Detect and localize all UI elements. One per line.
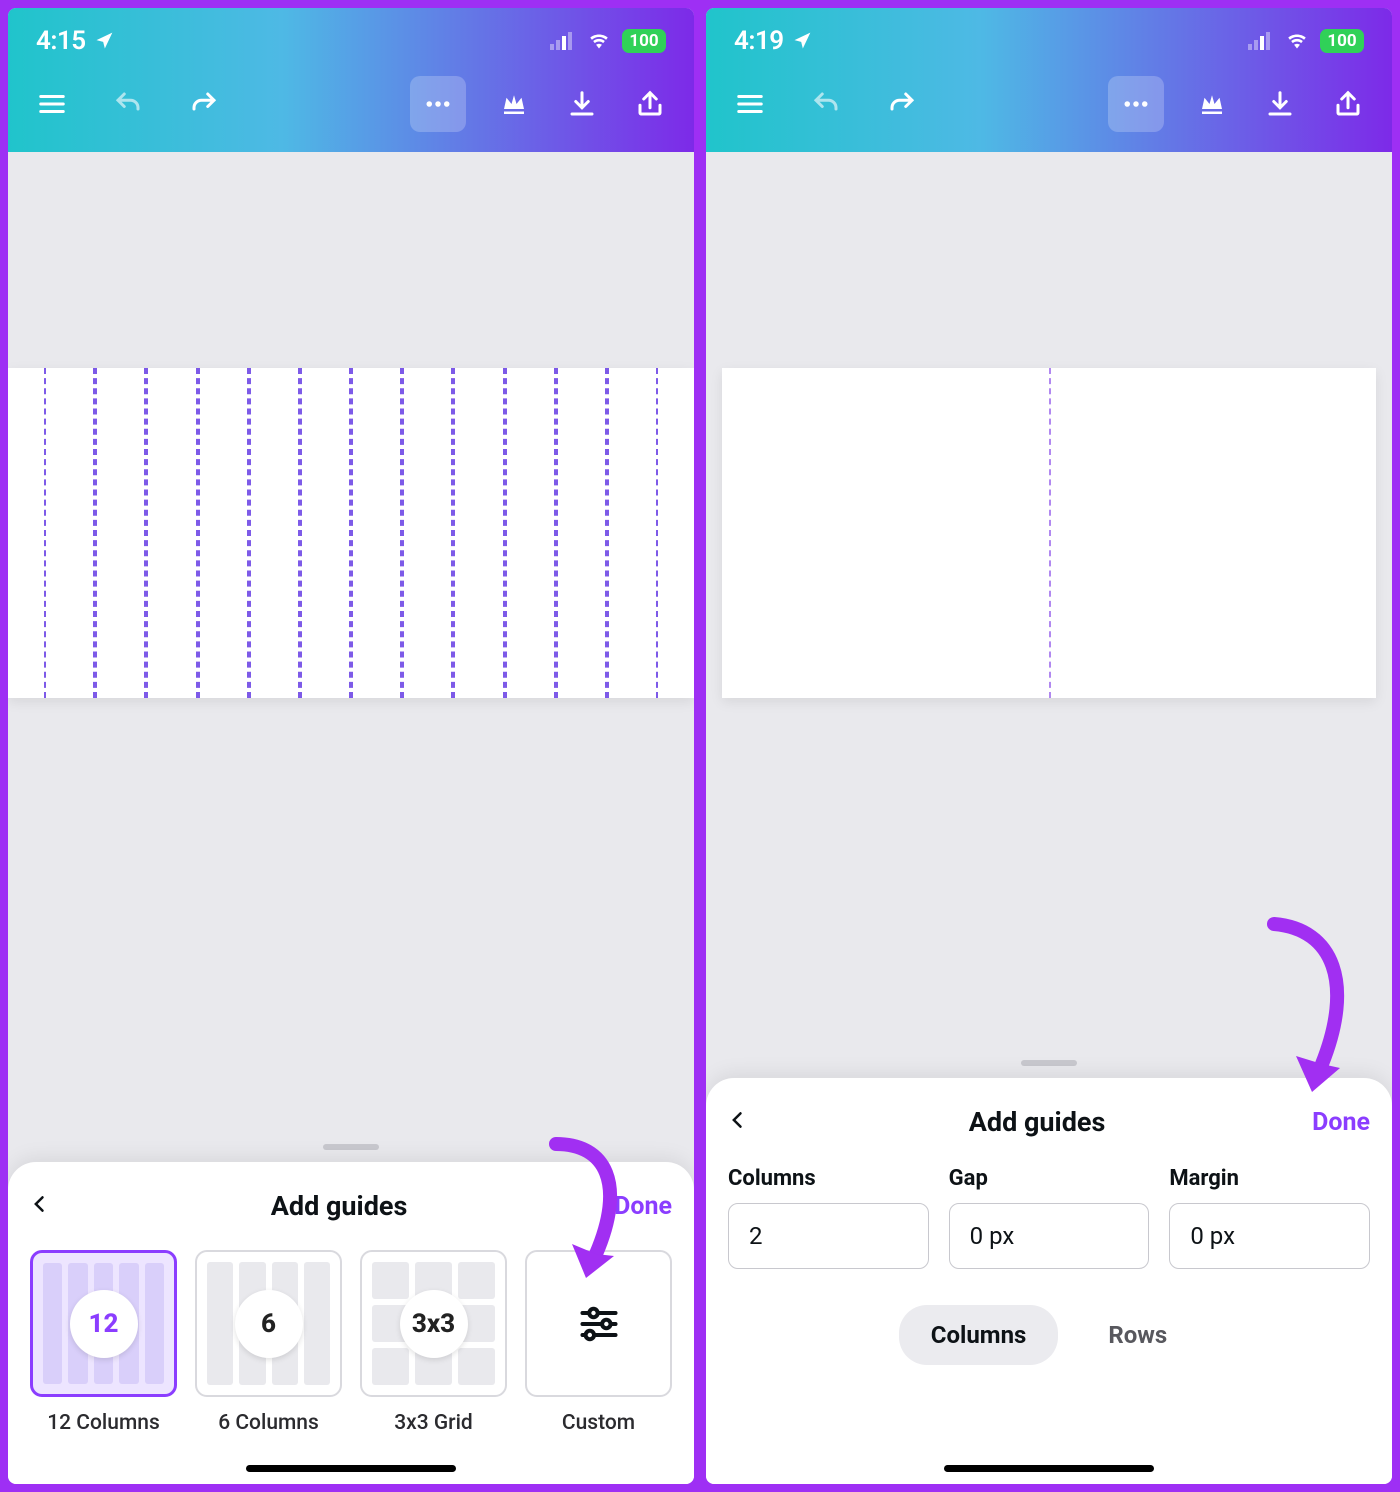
margin-input[interactable]: 0 px — [1169, 1203, 1370, 1269]
home-indicator[interactable] — [246, 1465, 456, 1472]
app-toolbar — [706, 66, 1392, 152]
preset-12-columns[interactable]: 12 12 Columns — [30, 1250, 177, 1435]
phone-left: 4:15 100 — [8, 8, 694, 1484]
status-bar: 4:15 100 — [8, 8, 694, 66]
annotation-arrow — [536, 1134, 646, 1294]
preset-badge: 3x3 — [400, 1290, 468, 1358]
crown-icon[interactable] — [1192, 84, 1232, 124]
margin-label: Margin — [1169, 1166, 1370, 1191]
columns-label: Columns — [728, 1166, 929, 1191]
app-header: 4:19 100 — [706, 8, 1392, 152]
menu-button[interactable] — [32, 84, 72, 124]
back-button[interactable] — [30, 1194, 64, 1218]
more-button[interactable] — [410, 76, 466, 132]
column-guides — [8, 368, 694, 698]
tab-columns[interactable]: Columns — [899, 1305, 1059, 1365]
preset-3x3-grid[interactable]: 3x3 3x3 Grid — [360, 1250, 507, 1435]
annotation-arrow — [1244, 914, 1364, 1104]
columns-input[interactable]: 2 — [728, 1203, 929, 1269]
location-icon — [94, 31, 114, 51]
more-button[interactable] — [1108, 76, 1164, 132]
home-indicator[interactable] — [944, 1465, 1154, 1472]
phone-right: 4:19 100 — [706, 8, 1392, 1484]
add-guides-custom-sheet: Add guides Done Columns 2 Gap 0 px Margi… — [706, 1078, 1392, 1484]
done-button[interactable]: Done — [1312, 1108, 1370, 1137]
status-bar: 4:19 100 — [706, 8, 1392, 66]
preset-label: Custom — [562, 1411, 635, 1435]
crown-icon[interactable] — [494, 84, 534, 124]
orientation-tabs: Columns Rows — [728, 1305, 1370, 1365]
battery-pill: 100 — [622, 29, 666, 53]
sheet-handle[interactable] — [323, 1144, 379, 1150]
gap-label: Gap — [949, 1166, 1150, 1191]
share-button[interactable] — [1328, 84, 1368, 124]
location-icon — [792, 31, 812, 51]
preset-label: 12 Columns — [47, 1411, 160, 1435]
design-canvas[interactable] — [8, 368, 694, 698]
preset-badge: 6 — [235, 1290, 303, 1358]
wifi-icon — [586, 31, 612, 51]
preset-6-columns[interactable]: 6 6 Columns — [195, 1250, 342, 1435]
preset-label: 3x3 Grid — [394, 1411, 473, 1435]
redo-button[interactable] — [882, 84, 922, 124]
redo-button[interactable] — [184, 84, 224, 124]
download-button[interactable] — [1260, 84, 1300, 124]
undo-button[interactable] — [806, 84, 846, 124]
back-button[interactable] — [728, 1110, 762, 1134]
sheet-title: Add guides — [64, 1190, 614, 1222]
design-canvas[interactable] — [722, 368, 1376, 698]
signal-icon — [550, 32, 576, 50]
battery-pill: 100 — [1320, 29, 1364, 53]
share-button[interactable] — [630, 84, 670, 124]
sheet-title: Add guides — [762, 1106, 1312, 1138]
undo-button[interactable] — [108, 84, 148, 124]
signal-icon — [1248, 32, 1274, 50]
preset-badge: 12 — [70, 1290, 138, 1358]
tab-rows[interactable]: Rows — [1076, 1305, 1199, 1365]
wifi-icon — [1284, 31, 1310, 51]
preset-label: 6 Columns — [218, 1411, 319, 1435]
sheet-handle[interactable] — [1021, 1060, 1077, 1066]
download-button[interactable] — [562, 84, 602, 124]
app-toolbar — [8, 66, 694, 152]
menu-button[interactable] — [730, 84, 770, 124]
status-time: 4:19 — [734, 26, 784, 56]
app-header: 4:15 100 — [8, 8, 694, 152]
gap-input[interactable]: 0 px — [949, 1203, 1150, 1269]
sliders-icon — [577, 1302, 621, 1346]
status-time: 4:15 — [36, 26, 86, 56]
